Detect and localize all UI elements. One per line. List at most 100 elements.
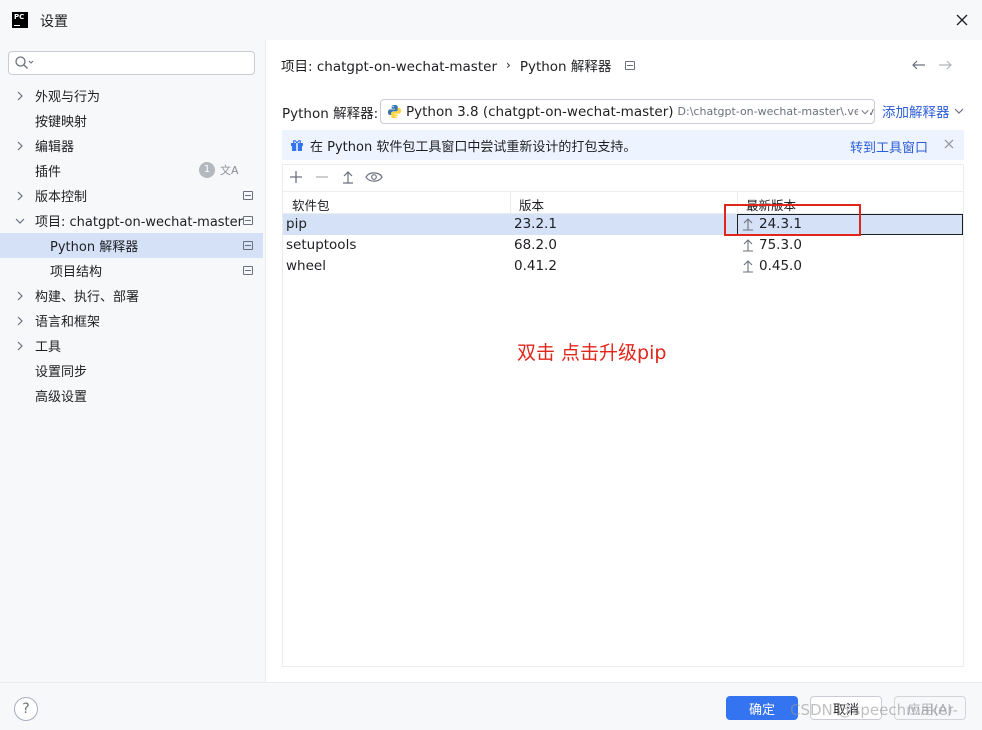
interpreter-path: D:\chatgpt-on-wechat-master\.venv\ [677,105,875,118]
go-to-tool-window-link[interactable]: 转到工具窗口 [850,137,928,156]
breadcrumb-page: Python 解释器 [519,59,612,75]
cancel-button[interactable]: 取消 [810,696,882,720]
forward-arrow-icon[interactable] [937,57,953,73]
package-toolbar [283,165,963,191]
project-scope-icon [243,191,253,200]
sidebar-item-label: 外观与行为 [35,90,101,105]
chevron-right-icon[interactable] [14,140,26,152]
sidebar-item-label: 版本控制 [35,190,88,205]
interpreter-label: Python 解释器: [282,106,379,122]
package-version: 0.41.2 [514,258,557,274]
project-scope-icon [243,216,253,225]
banner-text: 在 Python 软件包工具窗口中尝试重新设计的打包支持。 [310,139,637,155]
chevron-down-icon[interactable] [14,215,26,227]
sidebar-item-label: 设置同步 [35,365,88,380]
breadcrumb: 项目: chatgpt-on-wechat-master › Python 解释… [281,55,636,75]
close-icon [956,14,968,26]
sidebar-item-languages[interactable]: 语言和框架 [0,308,263,333]
chevron-right-icon[interactable] [14,315,26,327]
chevron-down-icon [954,108,963,114]
table-row[interactable]: wheel 0.41.2 0.45.0 [283,256,963,277]
update-count-badge: 1 [199,162,215,178]
sidebar-item-label: Python 解释器 [50,240,139,255]
help-button[interactable]: ? [14,697,38,721]
latest-version-cell[interactable]: 24.3.1 [741,216,802,232]
sidebar-item-vcs[interactable]: 版本控制 [0,183,263,208]
sidebar-item-project[interactable]: 项目: chatgpt-on-wechat-master [0,208,263,233]
sidebar-item-build[interactable]: 构建、执行、部署 [0,283,263,308]
package-name: wheel [286,258,326,274]
chevron-right-icon[interactable] [14,190,26,202]
column-header-package[interactable]: 软件包 [292,195,330,214]
table-row[interactable]: pip 23.2.1 24.3.1 [283,214,963,235]
table-header: 软件包 版本 最新版本 [283,191,963,214]
sidebar-item-label: 项目结构 [50,265,103,280]
title-bar: PC 设置 [0,0,982,40]
upgrade-arrow-icon [743,239,753,252]
interpreter-dropdown[interactable]: Python 3.8 (chatgpt-on-wechat-master) D:… [380,99,875,124]
sidebar-item-project-structure[interactable]: 项目结构 [0,258,263,283]
sidebar-item-editor[interactable]: 编辑器 [0,133,263,158]
translate-icon: 文A [220,164,239,177]
latest-version: 75.3.0 [759,237,802,253]
project-scope-icon [625,60,636,70]
search-icon [15,56,34,69]
sidebar-item-advanced[interactable]: 高级设置 [0,383,263,408]
column-divider [510,192,511,214]
upgrade-icon[interactable] [341,170,355,184]
column-divider [737,192,738,214]
search-input[interactable] [37,54,247,72]
project-scope-icon [243,266,253,275]
python-logo-icon [387,104,402,119]
chevron-right-icon[interactable] [14,290,26,302]
add-interpreter-label: 添加解释器 [882,105,950,121]
upgrade-arrow-icon [743,260,753,273]
sidebar-item-appearance[interactable]: 外观与行为 [0,83,263,108]
package-name: pip [286,216,307,232]
chevron-down-icon [858,106,870,118]
chevron-right-icon[interactable] [14,340,26,352]
apply-button[interactable]: 应用(A) [894,696,966,720]
info-banner: 在 Python 软件包工具窗口中尝试重新设计的打包支持。 转到工具窗口 [282,130,964,160]
gift-icon [291,140,303,151]
latest-version-cell[interactable]: 0.45.0 [741,258,802,274]
sidebar-item-label: 高级设置 [35,390,88,405]
settings-search[interactable] [8,51,255,75]
sidebar-item-python-interpreter[interactable]: Python 解释器 [0,233,263,258]
pycharm-logo-icon: PC [12,12,28,28]
package-table: 软件包 版本 最新版本 pip 23.2.1 24.3.1 setuptools… [282,164,964,667]
annotation-text: 双击 点击升级pip [517,342,667,364]
sidebar-item-keymap[interactable]: 按键映射 [0,108,263,133]
chevron-right-icon[interactable] [14,90,26,102]
package-name: setuptools [286,237,357,253]
package-version: 23.2.1 [514,216,557,232]
sidebar-item-label: 构建、执行、部署 [35,290,140,305]
interpreter-value: Python 3.8 (chatgpt-on-wechat-master) [406,103,674,120]
column-header-version[interactable]: 版本 [519,195,544,214]
sidebar-item-tools[interactable]: 工具 [0,333,263,358]
latest-version: 0.45.0 [759,258,802,274]
latest-version: 24.3.1 [759,216,802,232]
add-interpreter-link[interactable]: 添加解释器 [882,101,964,121]
dialog-footer: ? 确定 取消 应用(A) CSDN @speechmaker- [0,682,982,730]
settings-sidebar: 外观与行为 按键映射 编辑器 插件 1 文A 版本控制 项目: chatgpt-… [0,40,266,682]
package-version: 68.2.0 [514,237,557,253]
sidebar-item-label: 编辑器 [35,140,75,155]
sidebar-item-settings-sync[interactable]: 设置同步 [0,358,263,383]
breadcrumb-project[interactable]: 项目: chatgpt-on-wechat-master [281,55,497,75]
sidebar-item-label: 按键映射 [35,115,88,130]
close-icon[interactable] [944,139,954,149]
eye-icon[interactable] [365,170,383,184]
sidebar-item-plugins[interactable]: 插件 1 文A [0,158,263,183]
sidebar-item-label: 工具 [35,340,62,355]
upgrade-arrow-icon [743,218,753,231]
back-arrow-icon[interactable] [911,57,927,73]
ok-button[interactable]: 确定 [726,696,798,720]
remove-icon[interactable] [315,170,329,184]
table-row[interactable]: setuptools 68.2.0 75.3.0 [283,235,963,256]
latest-version-cell[interactable]: 75.3.0 [741,237,802,253]
column-header-latest[interactable]: 最新版本 [746,195,796,214]
add-icon[interactable] [289,170,303,184]
sidebar-item-label: 语言和框架 [35,315,101,330]
close-button[interactable] [950,8,974,32]
